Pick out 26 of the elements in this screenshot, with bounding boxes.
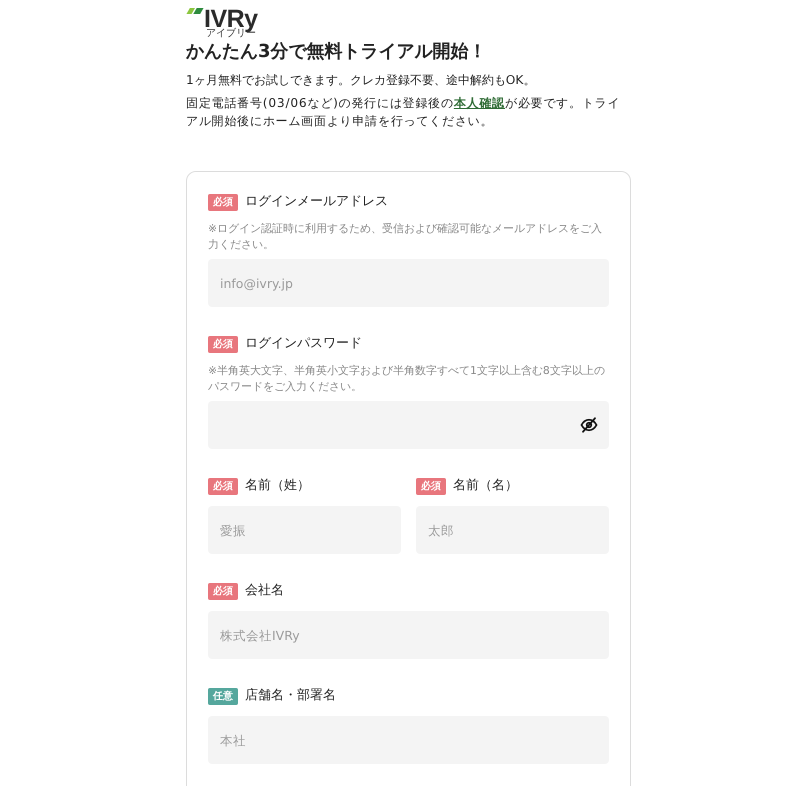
field-label: ログインメールアドレス xyxy=(245,193,388,211)
lead-text: 1ヶ月無料でお試しできます。クレカ登録不要、途中解約もOK。 xyxy=(186,72,536,89)
logo-stripes-icon xyxy=(186,8,204,14)
input-field[interactable]: 株式会社IVRy xyxy=(208,611,609,659)
password-field[interactable] xyxy=(208,401,609,449)
notice-text: 固定電話番号(03/06など)の発行には登録後の本人確認が必要です。トライアル開始後にホーム画面より申請を行ってください。 xyxy=(186,95,622,130)
optional-badge: 任意 xyxy=(208,688,238,704)
identity-verification-link[interactable]: 本人確認 xyxy=(454,96,506,110)
input-field[interactable]: 本社 xyxy=(208,716,609,764)
field-label: 名前（名） xyxy=(453,477,518,495)
field-label: 会社名 xyxy=(245,582,284,600)
required-badge: 必須 xyxy=(208,582,238,600)
input-field[interactable]: info@ivry.jp xyxy=(208,259,609,307)
page-heading: かんたん3分で無料トライアル開始！ xyxy=(186,40,488,64)
required-badge: 必須 xyxy=(208,194,238,210)
field-label: 店舗名・部署名 xyxy=(245,687,336,705)
field-note: ※半角英大文字、半角英小文字および半角数字すべて1文字以上含む8文字以上のパスワードをご入力ください。 xyxy=(208,363,606,394)
input-field[interactable]: 愛振 xyxy=(208,506,401,554)
required-badge: 必須 xyxy=(208,336,238,352)
required-badge: 必須 xyxy=(208,478,238,494)
input-field[interactable]: 太郎 xyxy=(416,506,609,554)
field-note: ※ログイン認証時に利用するため、受信および確認可能なメールアドレスをご入力ください。 xyxy=(208,221,604,252)
field-label: 名前（姓） xyxy=(245,477,310,495)
eye-slash-icon[interactable] xyxy=(580,416,598,434)
field-label: ログインパスワード xyxy=(245,335,362,353)
required-badge: 必須 xyxy=(416,478,446,494)
